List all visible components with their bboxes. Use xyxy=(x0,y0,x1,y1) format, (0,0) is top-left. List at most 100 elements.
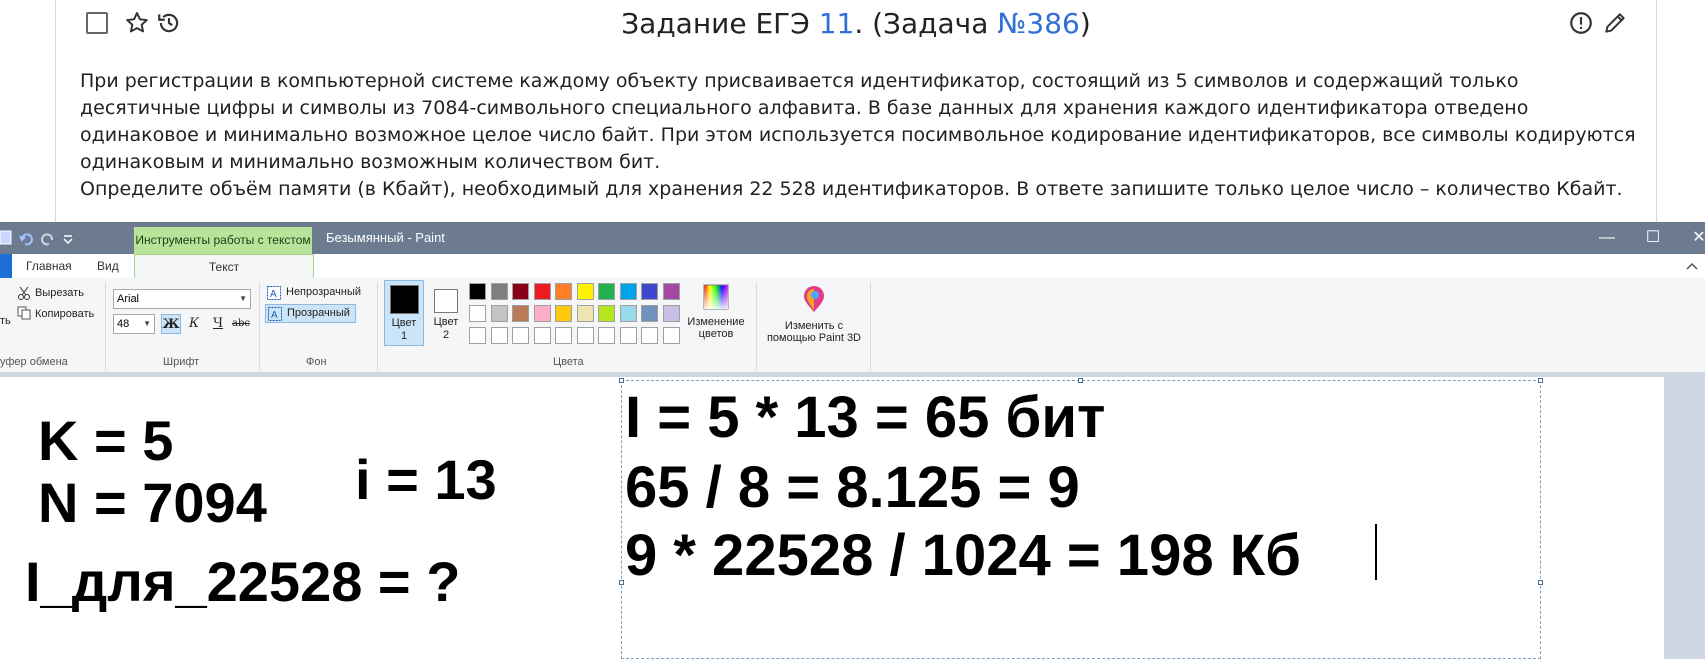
color1-swatch xyxy=(390,285,419,314)
transparent-label: Прозрачный xyxy=(287,307,350,319)
tab-view[interactable]: Вид xyxy=(97,254,119,278)
resize-handle[interactable] xyxy=(619,378,624,383)
palette-color-swatch[interactable] xyxy=(662,283,680,300)
opaque-background-icon: A xyxy=(267,286,281,300)
contextual-tab-text-tools: Инструменты работы с текстом xyxy=(134,227,312,254)
opaque-option[interactable]: A Непрозрачный xyxy=(265,284,371,302)
palette-color-swatch[interactable] xyxy=(619,327,637,344)
color2-swatch xyxy=(434,289,458,313)
canvas-text-line-3: 9 * 22528 / 1024 = 198 Кб xyxy=(625,523,1301,588)
font-size-select[interactable]: 48 ▼ xyxy=(113,314,155,334)
palette-color-swatch[interactable] xyxy=(533,283,551,300)
palette-color-swatch[interactable] xyxy=(662,327,680,344)
canvas-area: K = 5 N = 7094 i = 13 I_для_22528 = ? I … xyxy=(0,373,1705,659)
palette-color-swatch[interactable] xyxy=(512,283,529,300)
palette-color-swatch[interactable] xyxy=(576,327,594,344)
palette-color-swatch[interactable] xyxy=(641,283,658,300)
task-paragraph-2: Определите объём памяти (в Кбайт), необх… xyxy=(80,178,1623,200)
palette-color-swatch[interactable] xyxy=(490,327,508,344)
palette-color-swatch[interactable] xyxy=(512,305,529,322)
report-icon[interactable] xyxy=(1568,10,1594,36)
transparent-option[interactable]: A Прозрачный xyxy=(265,304,356,323)
paint3d-button[interactable]: Изменить с помощью Paint 3D xyxy=(762,280,866,346)
palette-color-swatch[interactable] xyxy=(490,283,508,300)
edit-colors-button[interactable]: Изменение цветов xyxy=(683,280,749,346)
palette-color-swatch[interactable] xyxy=(598,327,615,344)
palette-color-swatch[interactable] xyxy=(469,283,486,300)
palette-color-swatch[interactable] xyxy=(662,305,680,322)
canvas-text-line-1: I = 5 * 13 = 65 бит xyxy=(625,385,1106,450)
palette-color-swatch[interactable] xyxy=(598,305,615,322)
edit-colors-label-1: Изменение xyxy=(687,316,745,328)
cut-button[interactable]: Вырезать xyxy=(35,287,84,299)
drawing-canvas[interactable]: K = 5 N = 7094 i = 13 I_для_22528 = ? I … xyxy=(0,377,1664,659)
color1-number: 1 xyxy=(400,330,408,342)
collapse-ribbon-icon[interactable] xyxy=(1686,262,1698,270)
tab-home[interactable]: Главная xyxy=(26,254,72,278)
color2-label: Цвет xyxy=(433,316,459,328)
color2-button[interactable]: Цвет 2 xyxy=(428,280,464,346)
task-card: Задание ЕГЭ 11. (Задача №386) При регист… xyxy=(55,0,1657,222)
palette-color-swatch[interactable] xyxy=(619,283,637,300)
tab-text[interactable]: Текст xyxy=(134,254,314,280)
edit-colors-label-2: цветов xyxy=(698,328,734,340)
canvas-text-question: I_для_22528 = ? xyxy=(25,550,461,613)
title-mid: . (Задача xyxy=(854,7,998,40)
palette-color-swatch[interactable] xyxy=(555,305,572,322)
palette-color-swatch[interactable] xyxy=(512,327,529,344)
font-size-value: 48 xyxy=(117,318,130,330)
color1-button[interactable]: Цвет 1 xyxy=(384,280,424,346)
separator xyxy=(105,282,106,370)
palette-color-swatch[interactable] xyxy=(576,305,594,322)
problem-number-link[interactable]: №386 xyxy=(997,7,1080,40)
task-title: Задание ЕГЭ 11. (Задача №386) xyxy=(56,7,1656,40)
font-family-value: Arial xyxy=(117,293,140,305)
paste-button[interactable]: ть xyxy=(0,315,11,327)
palette-color-swatch[interactable] xyxy=(619,305,637,322)
minimize-button[interactable]: — xyxy=(1585,222,1629,254)
edit-pencil-icon[interactable] xyxy=(1602,10,1628,36)
underline-button[interactable]: Ч xyxy=(208,314,228,334)
palette-color-swatch[interactable] xyxy=(490,305,508,322)
canvas-text-i: i = 13 xyxy=(355,448,497,511)
palette-color-swatch[interactable] xyxy=(469,327,486,344)
separator xyxy=(259,282,260,370)
transparent-background-icon: A xyxy=(268,307,282,321)
maximize-button[interactable]: ☐ xyxy=(1631,222,1675,254)
palette-color-swatch[interactable] xyxy=(469,305,486,322)
separator xyxy=(756,282,757,370)
italic-button[interactable]: К xyxy=(184,314,204,334)
resize-handle[interactable] xyxy=(1538,378,1543,383)
title-prefix: Задание ЕГЭ xyxy=(621,7,819,40)
task-number-link[interactable]: 11 xyxy=(819,7,855,40)
palette-color-swatch[interactable] xyxy=(641,305,658,322)
palette-color-swatch[interactable] xyxy=(576,283,594,300)
paint3d-icon xyxy=(804,286,824,312)
close-button[interactable]: ✕ xyxy=(1677,222,1705,254)
bold-button[interactable]: Ж xyxy=(161,314,181,334)
copy-icon xyxy=(17,306,31,320)
font-family-select[interactable]: Arial ▼ xyxy=(113,289,251,309)
palette-color-swatch[interactable] xyxy=(555,327,572,344)
palette-color-swatch[interactable] xyxy=(641,327,658,344)
strikethrough-button[interactable]: abc xyxy=(231,314,251,334)
colors-group-label: Цвета xyxy=(553,356,584,368)
file-tab[interactable] xyxy=(0,254,12,278)
copy-button[interactable]: Копировать xyxy=(35,308,94,320)
text-caret xyxy=(1375,524,1377,580)
color1-label: Цвет xyxy=(391,317,417,329)
font-group-label: Шрифт xyxy=(163,356,200,368)
resize-handle[interactable] xyxy=(619,580,624,585)
ribbon: ть Вырезать Копировать уфер обмена Arial… xyxy=(0,278,1705,373)
resize-handle[interactable] xyxy=(1538,580,1543,585)
palette-color-swatch[interactable] xyxy=(555,283,572,300)
paint3d-label-2: помощью Paint 3D xyxy=(766,332,862,344)
palette-color-swatch[interactable] xyxy=(598,283,615,300)
palette-color-swatch[interactable] xyxy=(533,327,551,344)
resize-handle[interactable] xyxy=(1078,378,1083,383)
separator xyxy=(870,282,871,370)
task-statement: При регистрации в компьютерной системе к… xyxy=(80,68,1640,203)
palette-color-swatch[interactable] xyxy=(533,305,551,322)
separator xyxy=(377,282,378,370)
web-page: Задание ЕГЭ 11. (Задача №386) При регист… xyxy=(0,0,1705,222)
